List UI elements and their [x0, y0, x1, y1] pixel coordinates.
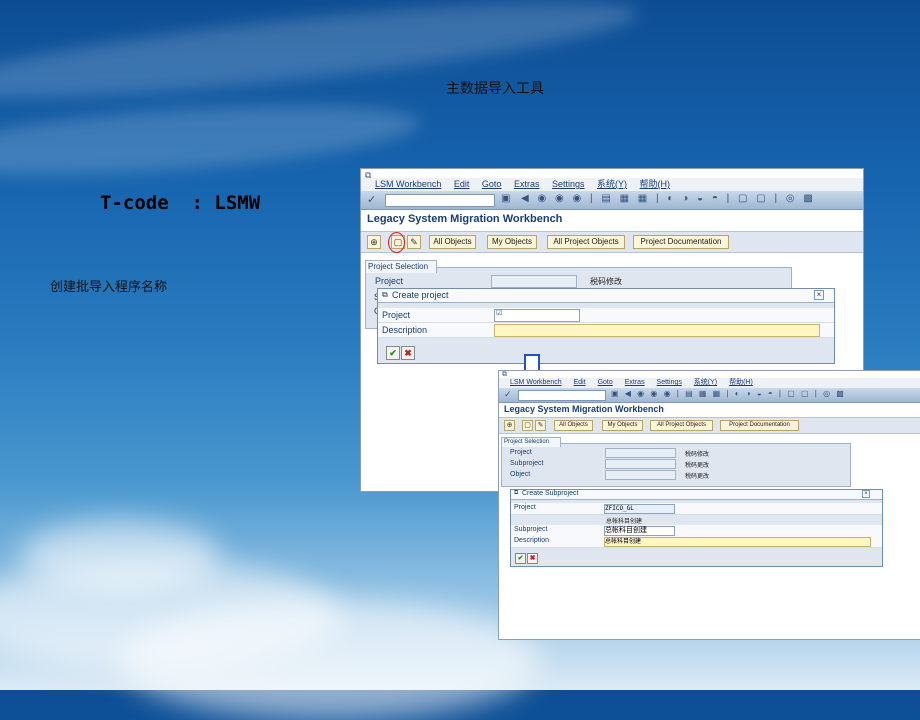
confirm-button[interactable]: ✔ — [515, 553, 526, 564]
menu-item[interactable]: Extras — [625, 378, 645, 388]
execute-icon[interactable]: ⊕ — [504, 420, 515, 431]
highlight-circle — [388, 232, 405, 253]
menu-item[interactable]: Edit — [454, 178, 470, 191]
project-field[interactable] — [605, 448, 676, 458]
object-field[interactable] — [605, 470, 676, 480]
object-label: Object — [510, 471, 531, 478]
my-objects-button[interactable]: My Objects — [487, 235, 537, 249]
project-documentation-button[interactable]: Project Documentation — [633, 235, 729, 249]
dialog-icon: ⧉ — [382, 290, 388, 299]
my-objects-button[interactable]: My Objects — [602, 420, 643, 431]
sky-streak — [0, 92, 422, 188]
project-field[interactable] — [491, 275, 577, 288]
menu-bar: LSM Workbench Edit Goto Extras Settings … — [499, 378, 920, 388]
tcode-label: T-code : LSMW — [100, 192, 261, 214]
description-input[interactable]: 总帐科目创建 — [604, 537, 871, 547]
project-selection-tab: Project Selection — [501, 437, 561, 447]
menu-item[interactable]: LSM Workbench — [375, 178, 441, 191]
menu-item[interactable]: Goto — [482, 178, 502, 191]
close-icon[interactable]: × — [814, 290, 824, 300]
slide-title: 主数据导入工具 — [446, 81, 544, 97]
project-input[interactable] — [494, 309, 580, 322]
check-icon[interactable]: ✓ — [504, 389, 512, 400]
dialog-row-description: Description — [378, 323, 834, 338]
nav-icons[interactable]: ▣ ◀ ◉ ◉ ◉ | ▤ ▦ ▦ | ◐ ◑ ◒ ◓ | ▢ ▢ | ◎ ▩ — [611, 389, 846, 398]
system-toolbar: ✓ ▣ ◀ ◉ ◉ ◉ | ▤ ▦ ▦ | ◐ ◑ ◒ ◓ | ▢ ▢ | ◎ … — [499, 388, 920, 403]
cancel-button[interactable]: ✖ — [527, 553, 538, 564]
nav-icons[interactable]: ◀ ◉ ◉ ◉ | ▤ ▦ ▦ | ◐ ◑ ◒ ◓ | ▢ ▢ | ◎ ▩ — [521, 193, 816, 204]
check-icon[interactable]: ✓ — [367, 193, 376, 206]
application-toolbar: ⊕ ▢ ✎ All Objects My Objects All Project… — [361, 231, 863, 253]
sky-streak — [0, 0, 642, 117]
cloud — [120, 600, 540, 720]
menu-item[interactable]: Settings — [552, 178, 585, 191]
input-help-icon: ☑ — [496, 310, 503, 317]
slide-note: 创建批导入程序名称 — [50, 280, 168, 295]
subproject-label: Subproject — [510, 460, 544, 467]
subproject-input[interactable]: 总帐科目创建 — [604, 526, 675, 536]
screen-title: Legacy System Migration Workbench — [504, 404, 664, 414]
menu-item[interactable]: 系统(Y) — [694, 378, 717, 388]
project-documentation-button[interactable]: Project Documentation — [720, 420, 799, 431]
project-label: Project — [382, 310, 411, 320]
dialog-header: ⧉ Create Subproject × — [511, 490, 882, 500]
system-toolbar: ✓ ▣ ◀ ◉ ◉ ◉ | ▤ ▦ ▦ | ◐ ◑ ◒ ◓ | ▢ ▢ | ◎ … — [361, 191, 863, 210]
project-label: Project — [514, 504, 536, 511]
dialog-row-project: Project ☑ — [378, 308, 834, 323]
close-icon[interactable]: × — [862, 490, 870, 498]
project-label: Project — [510, 449, 532, 456]
execute-icon[interactable]: ⊕ — [367, 235, 381, 249]
all-project-objects-button[interactable]: All Project Objects — [650, 420, 713, 431]
edit-icon[interactable]: ✎ — [535, 420, 546, 431]
subproject-label: Subproject — [514, 526, 548, 533]
create-subproject-dialog: ⧉ Create Subproject × Project ZFICO_GL 总… — [510, 489, 883, 567]
cloud — [20, 520, 220, 590]
menu-item[interactable]: Edit — [574, 378, 586, 388]
all-project-objects-button[interactable]: All Project Objects — [547, 235, 625, 249]
confirm-button[interactable]: ✔ — [386, 346, 400, 360]
project-selection-tab: Project Selection — [365, 260, 437, 273]
subproject-hint: 税码更改 — [685, 463, 710, 469]
project-description-text: 总帐科目创建 — [606, 519, 643, 525]
menu-item[interactable]: LSM Workbench — [510, 378, 562, 388]
description-label: Description — [382, 325, 428, 335]
command-field[interactable] — [518, 390, 606, 401]
create-project-dialog: ⧉ Create project × Project ☑ Description… — [377, 288, 835, 364]
menu-item[interactable]: 帮助(H) — [729, 378, 753, 388]
menu-item[interactable]: 系统(Y) — [597, 178, 627, 191]
edit-icon[interactable]: ✎ — [407, 235, 421, 249]
project-hint: 税码修改 — [590, 277, 622, 286]
screen-title: Legacy System Migration Workbench — [367, 213, 563, 225]
all-objects-button[interactable]: All Objects — [554, 420, 593, 431]
project-input[interactable]: ZFICO_GL — [604, 504, 675, 514]
menu-item[interactable]: Goto — [598, 378, 613, 388]
all-objects-button[interactable]: All Objects — [429, 235, 476, 249]
menu-bar: LSM Workbench Edit Goto Extras Settings … — [361, 178, 863, 191]
subproject-field[interactable] — [605, 459, 676, 469]
project-label: Project — [375, 276, 404, 286]
sap-window-create-subproject: ⧉ LSM Workbench Edit Goto Extras Setting… — [498, 370, 920, 640]
save-icon[interactable]: ▣ — [501, 193, 510, 204]
menu-item[interactable]: 帮助(H) — [640, 178, 671, 191]
dialog-icon: ⧉ — [514, 490, 519, 496]
command-field[interactable] — [385, 194, 495, 207]
dialog-row-description: Description 总帐科目创建 — [511, 536, 882, 548]
dialog-title: Create Subproject — [522, 490, 579, 497]
object-hint: 税码更改 — [685, 474, 710, 480]
create-icon[interactable]: ▢ — [522, 420, 533, 431]
project-hint: 税码修改 — [685, 452, 710, 458]
application-toolbar: ⊕ ▢ ✎ All Objects My Objects All Project… — [499, 417, 920, 434]
dialog-title: Create project — [392, 290, 449, 300]
description-label: Description — [514, 537, 550, 544]
menu-item[interactable]: Extras — [514, 178, 540, 191]
dialog-row-project: Project ZFICO_GL — [511, 503, 882, 515]
cancel-button[interactable]: ✖ — [401, 346, 415, 360]
description-input[interactable] — [494, 324, 820, 337]
dialog-header: ⧉ Create project × — [378, 289, 834, 303]
menu-item[interactable]: Settings — [657, 378, 682, 388]
project-selection-group — [501, 443, 851, 487]
